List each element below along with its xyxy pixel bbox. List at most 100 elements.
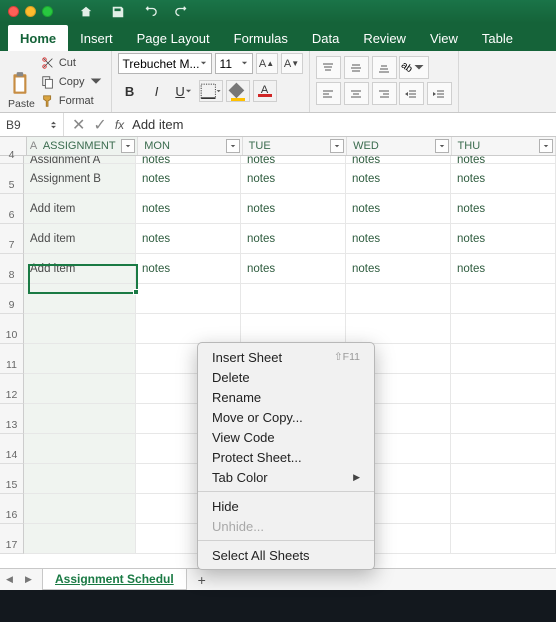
filter-button[interactable]: [121, 139, 135, 153]
row-header[interactable]: 10: [0, 314, 24, 344]
align-bottom-button[interactable]: [372, 56, 397, 79]
align-left-button[interactable]: [316, 82, 341, 105]
row-header[interactable]: 11: [0, 344, 24, 374]
menu-tab-color[interactable]: Tab Color▶: [198, 467, 374, 487]
name-box[interactable]: B9: [0, 113, 64, 136]
increase-indent-button[interactable]: [427, 82, 452, 105]
copy-button[interactable]: Copy: [39, 73, 105, 91]
filter-button[interactable]: [330, 139, 344, 153]
col-header-thu[interactable]: THU: [452, 137, 556, 155]
formula-bar: B9 ✕ ✓ fx Add item: [0, 113, 556, 137]
font-name-combo[interactable]: Trebuchet M...: [118, 53, 212, 74]
ribbon: Paste Cut Copy Format Trebuchet M...: [0, 51, 556, 113]
borders-button[interactable]: [199, 80, 223, 102]
row-header[interactable]: 5: [0, 164, 24, 194]
fill-color-button[interactable]: [226, 80, 250, 102]
chevron-down-icon: [185, 88, 192, 95]
titlebar: [0, 0, 556, 23]
row-header[interactable]: 16: [0, 494, 24, 524]
chevron-down-icon: [200, 60, 207, 67]
redo-icon[interactable]: [175, 5, 189, 19]
border-icon: [200, 83, 217, 100]
increase-font-button[interactable]: A▲: [256, 53, 278, 74]
row-header[interactable]: 17: [0, 524, 24, 554]
column-headers: A ASSIGNMENT MON TUE WED THU: [0, 137, 556, 156]
row-header[interactable]: 6: [0, 194, 24, 224]
fx-label[interactable]: fx: [115, 118, 124, 132]
save-icon[interactable]: [111, 5, 125, 19]
tab-data[interactable]: Data: [300, 25, 351, 51]
paste-button[interactable]: Paste: [6, 53, 37, 110]
table-row[interactable]: Add item notes notes notes notes: [24, 194, 556, 224]
formula-input[interactable]: Add item: [132, 117, 183, 132]
sheet-nav-next-button[interactable]: ▶: [19, 569, 38, 590]
cut-button[interactable]: Cut: [39, 54, 105, 72]
format-painter-button[interactable]: Format: [39, 92, 105, 110]
window-close-button[interactable]: [8, 6, 19, 17]
row-header[interactable]: 14: [0, 434, 24, 464]
tab-table[interactable]: Table: [470, 25, 525, 51]
menu-hide[interactable]: Hide: [198, 496, 374, 516]
font-color-button[interactable]: A: [253, 80, 277, 102]
add-sheet-button[interactable]: +: [191, 569, 213, 590]
paste-label: Paste: [8, 98, 35, 110]
filter-button[interactable]: [226, 139, 240, 153]
row-header[interactable]: 15: [0, 464, 24, 494]
menu-protect-sheet[interactable]: Protect Sheet...: [198, 447, 374, 467]
tab-page-layout[interactable]: Page Layout: [125, 25, 222, 51]
row-header[interactable]: 8: [0, 254, 24, 284]
sheet-tab[interactable]: Assignment Schedul: [42, 569, 187, 590]
home-icon[interactable]: [79, 5, 93, 19]
menu-select-all-sheets[interactable]: Select All Sheets: [198, 545, 374, 565]
underline-button[interactable]: U: [172, 80, 196, 102]
sheet-tab-bar: ◀ ▶ Assignment Schedul +: [0, 568, 556, 590]
tab-formulas[interactable]: Formulas: [222, 25, 300, 51]
align-top-button[interactable]: [316, 56, 341, 79]
table-row[interactable]: [24, 314, 556, 344]
align-center-button[interactable]: [344, 82, 369, 105]
sheet-nav-prev-button[interactable]: ◀: [0, 569, 19, 590]
chevron-right-icon: ▶: [353, 472, 360, 483]
row-header[interactable]: 13: [0, 404, 24, 434]
row-header[interactable]: 9: [0, 284, 24, 314]
row-header[interactable]: 4: [0, 156, 24, 164]
tab-home[interactable]: Home: [8, 25, 68, 51]
menu-delete[interactable]: Delete: [198, 367, 374, 387]
menu-rename[interactable]: Rename: [198, 387, 374, 407]
filter-button[interactable]: [539, 139, 553, 153]
font-size-combo[interactable]: 11: [215, 53, 253, 74]
menu-view-code[interactable]: View Code: [198, 427, 374, 447]
scissors-icon: [41, 56, 55, 70]
table-row[interactable]: Add item notes notes notes notes: [24, 224, 556, 254]
row-header[interactable]: 7: [0, 224, 24, 254]
row-header[interactable]: 12: [0, 374, 24, 404]
bold-button[interactable]: B: [118, 80, 142, 102]
undo-icon[interactable]: [143, 5, 157, 19]
table-row[interactable]: [24, 284, 556, 314]
menu-move-copy[interactable]: Move or Copy...: [198, 407, 374, 427]
decrease-font-button[interactable]: A▼: [281, 53, 303, 74]
col-header-tue[interactable]: TUE: [243, 137, 347, 155]
window-minimize-button[interactable]: [25, 6, 36, 17]
namebox-stepper[interactable]: [50, 120, 57, 130]
filter-button[interactable]: [435, 139, 449, 153]
decrease-indent-button[interactable]: [399, 82, 424, 105]
menu-insert-sheet[interactable]: Insert Sheet⇧F11: [198, 347, 374, 367]
tab-view[interactable]: View: [418, 25, 470, 51]
cancel-formula-button[interactable]: ✕: [72, 115, 85, 135]
menu-separator: [198, 491, 374, 492]
col-header-assignment[interactable]: A ASSIGNMENT: [27, 137, 138, 155]
accept-formula-button[interactable]: ✓: [93, 115, 106, 135]
window-zoom-button[interactable]: [42, 6, 53, 17]
col-header-mon[interactable]: MON: [138, 137, 242, 155]
align-middle-button[interactable]: [344, 56, 369, 79]
tab-review[interactable]: Review: [351, 25, 418, 51]
italic-button[interactable]: I: [145, 80, 169, 102]
tab-insert[interactable]: Insert: [68, 25, 125, 51]
table-row[interactable]: Assignment A notes notes notes notes: [24, 156, 556, 164]
table-row[interactable]: Assignment B notes notes notes notes: [24, 164, 556, 194]
table-row[interactable]: Add item notes notes notes notes: [24, 254, 556, 284]
orientation-button[interactable]: ab: [399, 56, 429, 79]
col-header-wed[interactable]: WED: [347, 137, 451, 155]
align-right-button[interactable]: [372, 82, 397, 105]
